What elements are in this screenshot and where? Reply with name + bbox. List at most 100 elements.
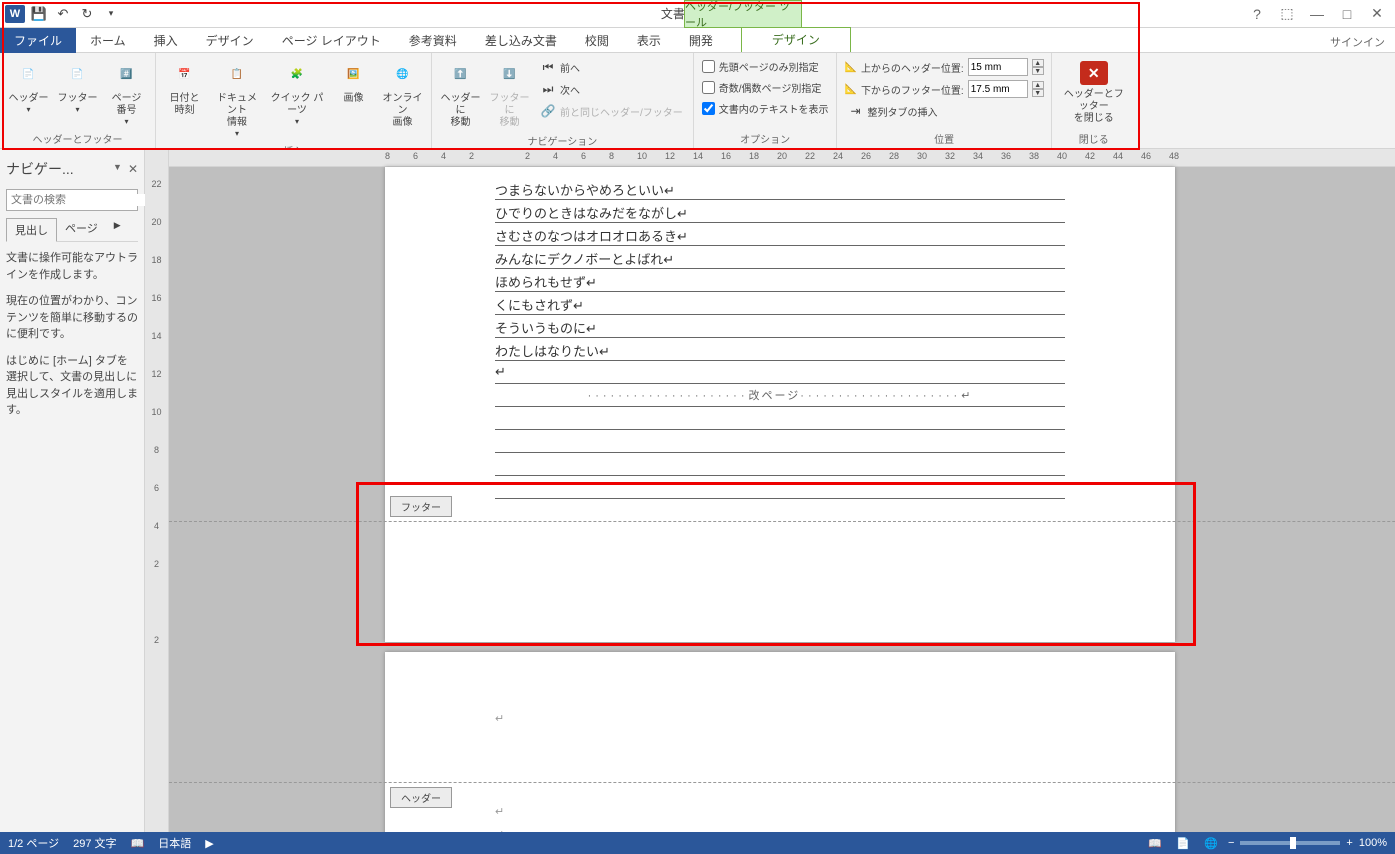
tab-hf-design[interactable]: デザイン	[741, 27, 851, 52]
doc-line[interactable]: そういうものに↵	[495, 315, 1065, 338]
page-1[interactable]: つまらないからやめろといい↵ひでりのときはなみだをながし↵さむさのなつはオロオロ…	[385, 167, 1175, 642]
docinfo-icon: 📋	[221, 59, 253, 91]
save-icon[interactable]: 💾	[28, 3, 50, 25]
status-proofing-icon[interactable]: 📖	[131, 837, 145, 850]
doc-line[interactable]: みんなにデクノボーとよばれ↵	[495, 246, 1065, 269]
status-language[interactable]: 日本語	[158, 835, 191, 851]
view-web-icon[interactable]: 🌐	[1200, 835, 1222, 851]
goto-footer-button: ⬇️フッターに 移動	[487, 57, 532, 131]
nav-tab-pages[interactable]: ページ	[57, 217, 106, 241]
firstpage-check[interactable]: 先頭ページのみ別指定	[700, 57, 831, 76]
group-label: ナビゲーション	[438, 131, 687, 148]
footer-pos-spinner[interactable]: ▲▼	[1032, 81, 1044, 97]
zoom-slider[interactable]	[1240, 841, 1340, 845]
nav-search[interactable]: 🔍 ▾	[6, 189, 138, 211]
link-prev-button: 🔗前と同じヘッダー/フッター	[536, 101, 687, 121]
ruler-vertical: 2220181614121086422	[145, 149, 169, 832]
online-pic-icon: 🌐	[387, 59, 419, 91]
datetime-button[interactable]: 📅日付と 時刻	[162, 57, 207, 119]
doc-line[interactable]: くにもされず↵	[495, 292, 1065, 315]
header-pos-label: 上からのヘッダー位置:	[861, 60, 964, 75]
tab-view[interactable]: 表示	[623, 28, 675, 53]
group-label: オプション	[700, 129, 831, 146]
status-bar: 1/2 ページ 297 文字 📖 日本語 ▶ 📖 📄 🌐 − + 100%	[0, 832, 1395, 854]
header-pos-spinner[interactable]: ▲▼	[1032, 59, 1044, 75]
tab-home[interactable]: ホーム	[76, 28, 140, 53]
signin-link[interactable]: サインイン	[1330, 34, 1391, 50]
close-hf-icon: ✕	[1080, 61, 1108, 85]
nav-close-icon[interactable]: ✕	[128, 162, 138, 176]
view-print-icon[interactable]: 📄	[1172, 835, 1194, 851]
quickparts-button[interactable]: 🧩クイック パーツ▾	[267, 57, 327, 129]
doc-line[interactable]: わたしはなりたい↵	[495, 338, 1065, 361]
prev-button[interactable]: ⏮前へ	[536, 57, 687, 77]
group-navigation: ⬆️ヘッダーに 移動 ⬇️フッターに 移動 ⏮前へ ⏭次へ 🔗前と同じヘッダー/…	[432, 53, 694, 148]
status-page[interactable]: 1/2 ページ	[8, 835, 59, 851]
zoom-out-icon[interactable]: −	[1228, 837, 1234, 849]
doc-line[interactable]: つまらないからやめろといい↵	[495, 177, 1065, 200]
goto-footer-icon: ⬇️	[494, 59, 526, 91]
doc-line[interactable]: ほめられもせず↵	[495, 269, 1065, 292]
ruler-horizontal: 8642246810121416182022242628303234363840…	[169, 149, 1395, 167]
navigation-pane: ナビゲー... ▼ ✕ 🔍 ▾ 見出し ページ ▶ 文書に操作可能なアウトライン…	[0, 149, 145, 832]
status-words[interactable]: 297 文字	[73, 835, 116, 851]
status-macro-icon[interactable]: ▶	[205, 837, 213, 850]
pagenum-button[interactable]: #️⃣ページ 番号▾	[104, 57, 149, 129]
footer-pos-input[interactable]	[968, 80, 1028, 98]
online-pic-button[interactable]: 🌐オンライン 画像	[380, 57, 425, 131]
close-hf-button[interactable]: ✕ ヘッダーとフッター を閉じる	[1058, 57, 1130, 129]
tab-mailings[interactable]: 差し込み文書	[471, 28, 571, 53]
help-icon[interactable]: ?	[1243, 3, 1271, 25]
tab-design[interactable]: デザイン	[192, 28, 268, 53]
view-read-icon[interactable]: 📖	[1144, 835, 1166, 851]
picture-button[interactable]: 🖼️画像	[331, 57, 376, 107]
nav-body: 文書に操作可能なアウトラインを作成します。 現在の位置がわかり、コンテンツを簡単…	[6, 250, 138, 419]
align-tab-button[interactable]: ⇥整列タブの挿入	[843, 101, 1044, 121]
link-icon: 🔗	[540, 103, 556, 119]
nav-search-input[interactable]	[7, 194, 157, 206]
group-label: ヘッダーとフッター	[6, 129, 149, 146]
nav-tab-more[interactable]: ▶	[106, 217, 129, 241]
page-break: ·····················改ページ···············…	[495, 384, 1065, 407]
next-button[interactable]: ⏭次へ	[536, 79, 687, 99]
picture-icon: 🖼️	[338, 59, 370, 91]
doc-line[interactable]: さむさのなつはオロオロあるき↵	[495, 223, 1065, 246]
group-position: 📐上からのヘッダー位置:▲▼ 📐下からのフッター位置:▲▼ ⇥整列タブの挿入 位…	[837, 53, 1051, 148]
footer-region[interactable]	[495, 522, 1065, 642]
title-bar: W 💾 ↶ ↻ ▾ 文書 1 - Word ヘッダー/フッター ツール ? ⬚ …	[0, 0, 1395, 28]
goto-header-button[interactable]: ⬆️ヘッダーに 移動	[438, 57, 483, 131]
footer-icon: 📄	[62, 59, 94, 91]
footer-tag[interactable]: フッター	[390, 496, 452, 517]
zoom-in-icon[interactable]: +	[1346, 837, 1352, 849]
redo-icon[interactable]: ↻	[76, 3, 98, 25]
tab-insert[interactable]: 挿入	[140, 28, 192, 53]
tab-review[interactable]: 校閲	[571, 28, 623, 53]
nav-dropdown-icon[interactable]: ▼	[113, 162, 122, 176]
zoom-level[interactable]: 100%	[1359, 837, 1387, 849]
doc-line[interactable]: ひでりのときはなみだをながし↵	[495, 200, 1065, 223]
document-area[interactable]: 8642246810121416182022242628303234363840…	[169, 149, 1395, 832]
tab-references[interactable]: 参考資料	[395, 28, 471, 53]
footer-button[interactable]: 📄フッター▾	[55, 57, 100, 117]
minimize-icon[interactable]: —	[1303, 3, 1331, 25]
nav-tab-headings[interactable]: 見出し	[6, 218, 57, 242]
ribbon-tab-strip: ファイル ホーム 挿入 デザイン ページ レイアウト 参考資料 差し込み文書 校…	[0, 28, 1395, 53]
showtext-check[interactable]: 文書内のテキストを表示	[700, 99, 831, 118]
tab-layout[interactable]: ページ レイアウト	[268, 28, 395, 53]
tab-file[interactable]: ファイル	[0, 28, 76, 53]
header-pos-icon: 📐	[844, 62, 856, 73]
oddeven-check[interactable]: 奇数/偶数ページ別指定	[700, 78, 831, 97]
close-icon[interactable]: ✕	[1363, 3, 1391, 25]
header-pos-input[interactable]	[968, 58, 1028, 76]
maximize-icon[interactable]: □	[1333, 3, 1361, 25]
header-button[interactable]: 📄ヘッダー▾	[6, 57, 51, 117]
group-label: 閉じる	[1058, 129, 1130, 146]
undo-icon[interactable]: ↶	[52, 3, 74, 25]
footer-pos-icon: 📐	[844, 84, 856, 95]
page-2[interactable]: ↵ ヘッダー ↵ ↵	[385, 652, 1175, 832]
qat-dropdown-icon[interactable]: ▾	[100, 3, 122, 25]
tab-developer[interactable]: 開発	[675, 28, 727, 53]
docinfo-button[interactable]: 📋ドキュメント 情報▾	[211, 57, 263, 141]
ribbon-display-icon[interactable]: ⬚	[1273, 3, 1301, 25]
header-tag[interactable]: ヘッダー	[390, 787, 452, 808]
